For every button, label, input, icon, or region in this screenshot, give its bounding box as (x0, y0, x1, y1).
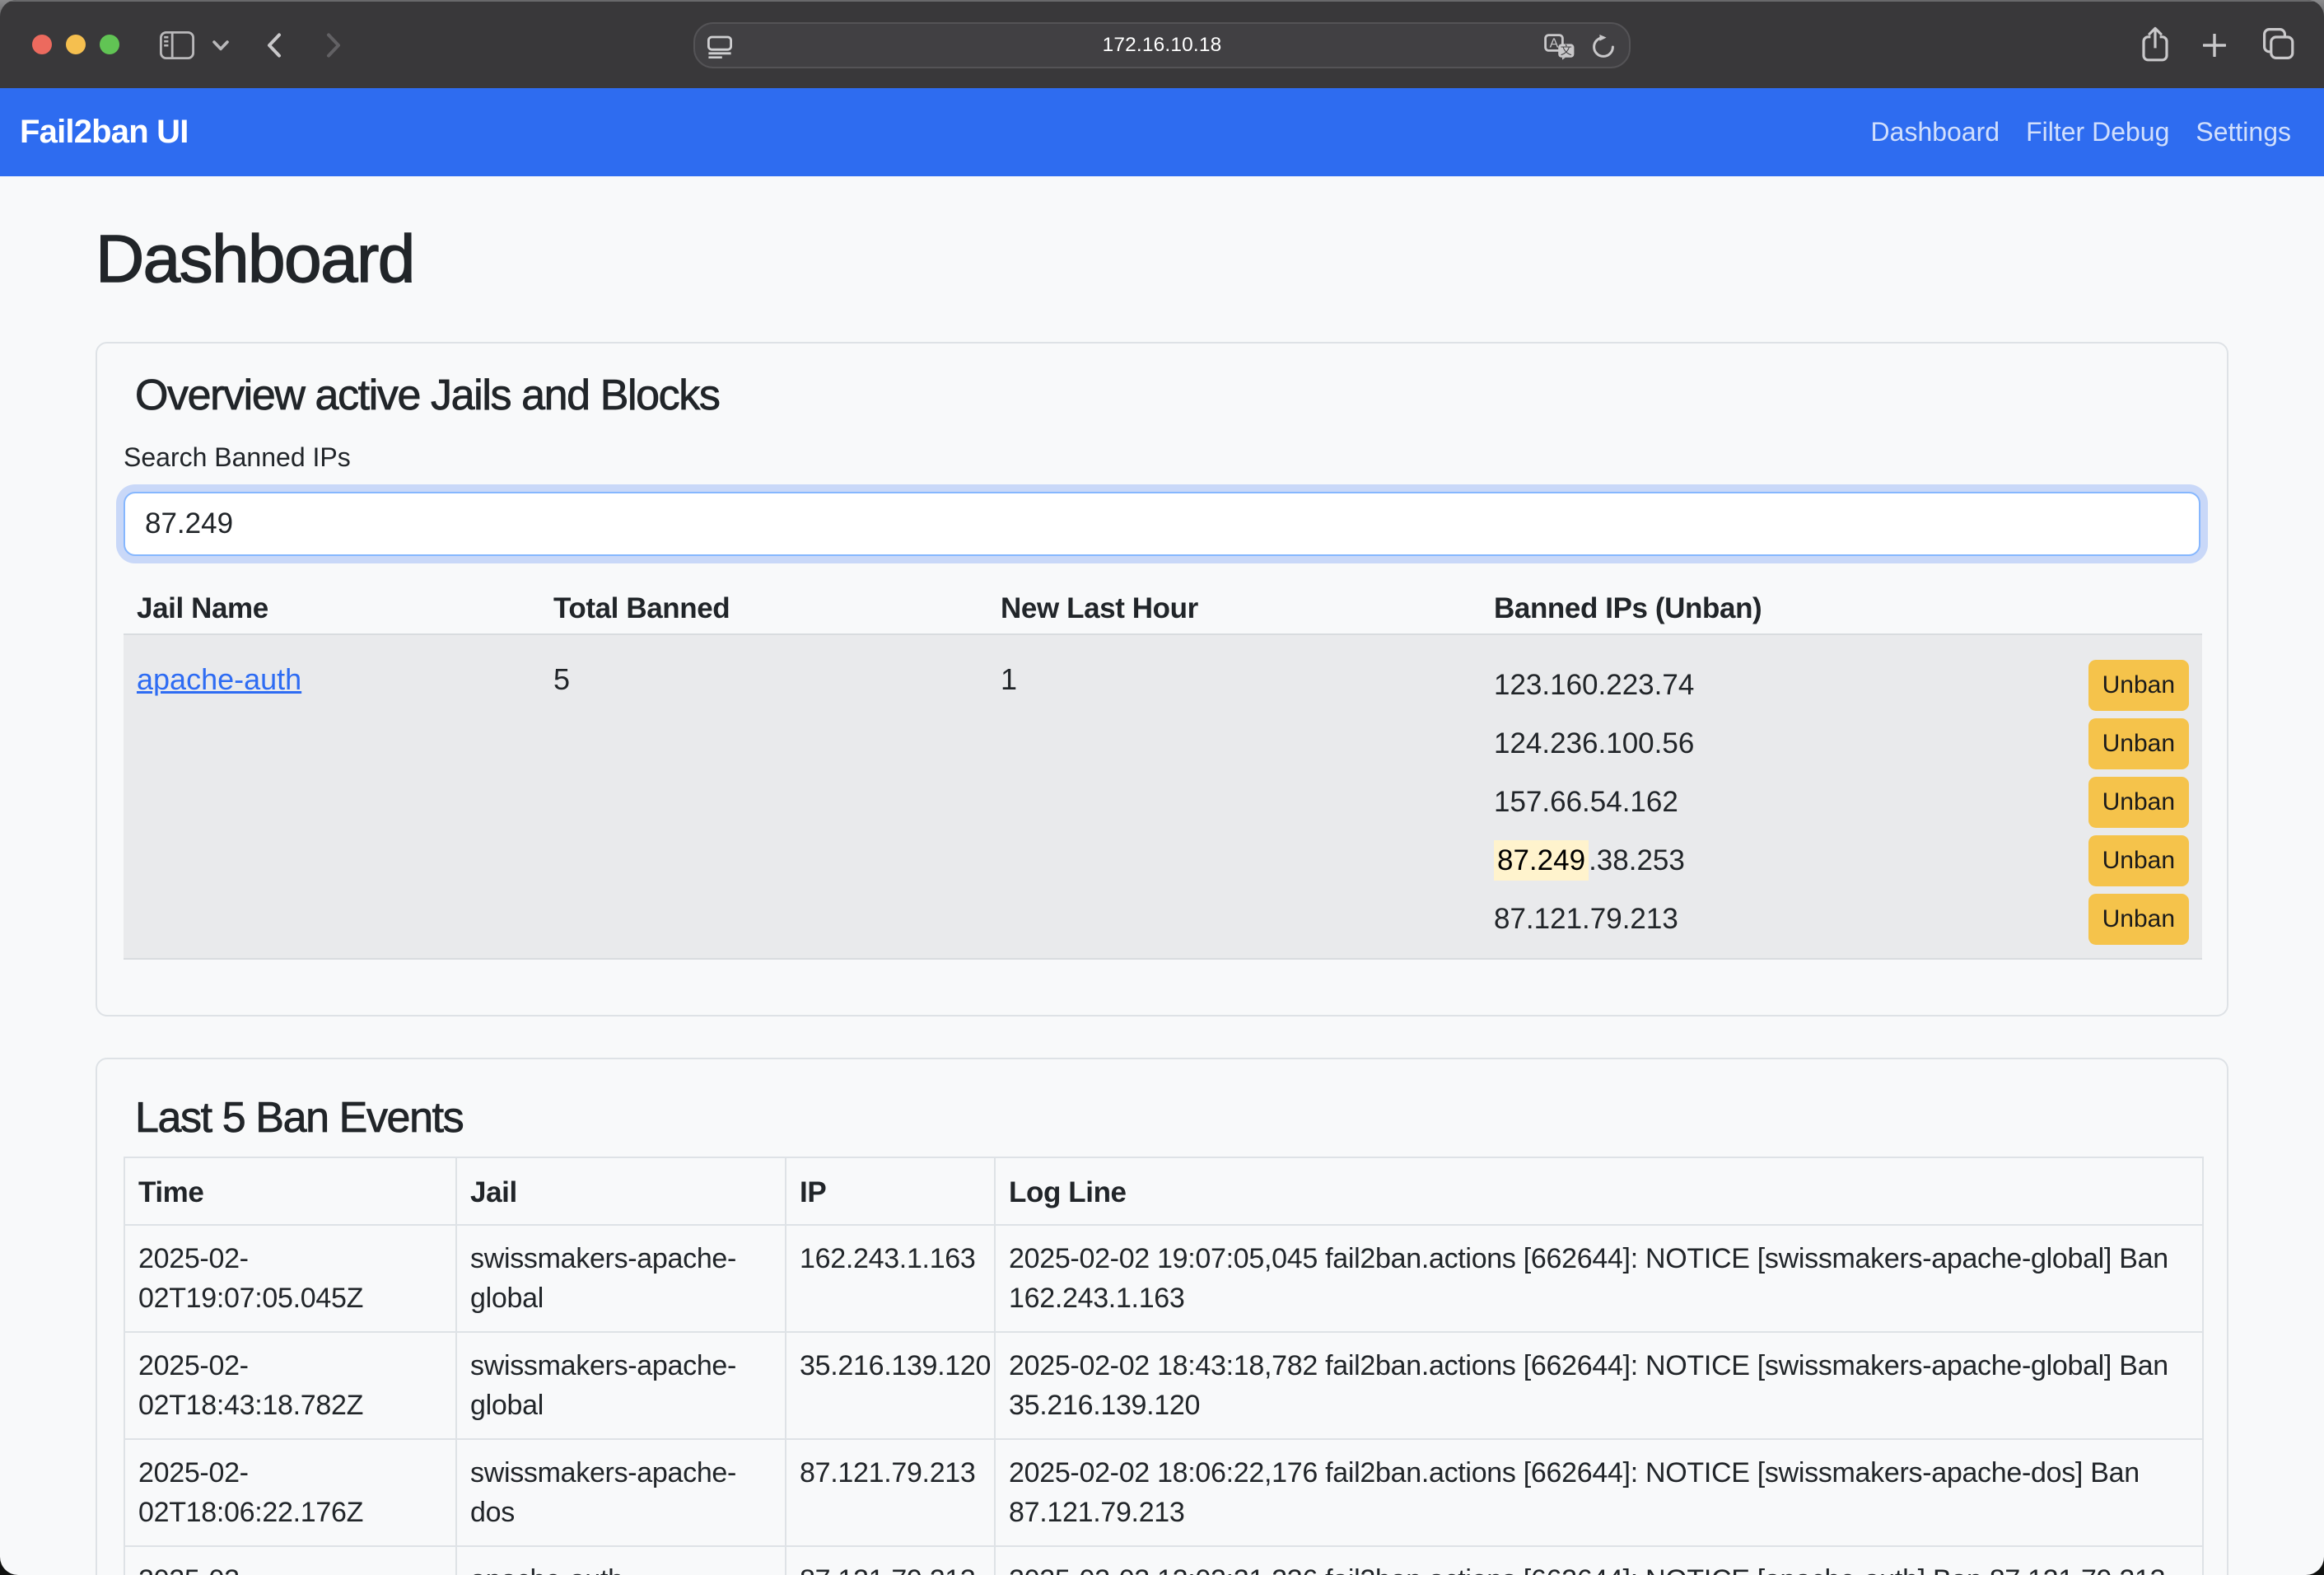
svg-text:文: 文 (1561, 44, 1572, 57)
svg-text:A: A (1550, 37, 1559, 51)
